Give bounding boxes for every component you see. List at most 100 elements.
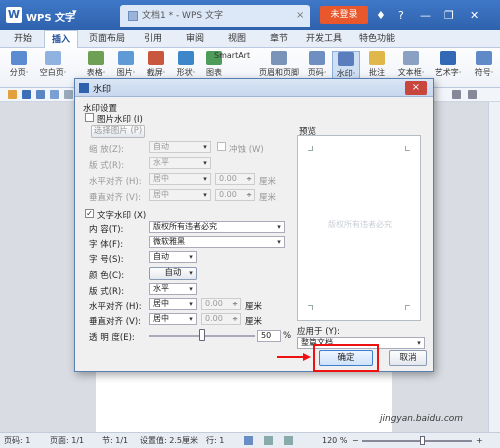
- zoom-in-icon[interactable]: +: [476, 433, 483, 448]
- size-select[interactable]: 自动 ▾: [149, 251, 197, 263]
- format-icon[interactable]: [452, 90, 461, 99]
- cancel-button[interactable]: 取消: [389, 350, 427, 366]
- page-break-button[interactable]: 分页·: [4, 51, 34, 78]
- tab-insert[interactable]: 插入: [44, 30, 78, 48]
- help-icon[interactable]: ?: [398, 9, 404, 22]
- scale-select[interactable]: 自动 ▾: [149, 141, 211, 153]
- screenshot-button[interactable]: 截屏·: [142, 51, 170, 78]
- chevron-down-icon: ▾: [277, 238, 281, 246]
- table-label: 表格·: [86, 68, 106, 77]
- tab-home[interactable]: 开始: [6, 30, 40, 48]
- close-icon[interactable]: ✕: [470, 9, 479, 22]
- pic-valign-select[interactable]: 居中 ▾: [149, 189, 211, 201]
- dialog-title: 水印: [93, 85, 112, 95]
- symbol-button[interactable]: 符号·: [470, 51, 498, 78]
- picture-button[interactable]: 图片·: [112, 51, 140, 78]
- vertical-scrollbar[interactable]: [488, 102, 500, 432]
- text-box-button[interactable]: 文本框·: [394, 51, 428, 78]
- dialog-close-button[interactable]: ×: [405, 81, 427, 95]
- text-watermark-checkbox[interactable]: ✓: [85, 209, 94, 218]
- text-watermark-label: 文字水印 (X): [97, 211, 147, 221]
- restore-icon[interactable]: ❐: [444, 9, 454, 22]
- preview-corner: [308, 146, 313, 151]
- shape-button[interactable]: 形状·: [172, 51, 200, 78]
- chevron-down-icon: ▾: [189, 253, 193, 261]
- pic-halign-select[interactable]: 居中 ▾: [149, 173, 211, 185]
- table-button[interactable]: 表格·: [82, 51, 110, 78]
- tab-developer[interactable]: 开发工具: [300, 30, 348, 48]
- pic-valign-unit: 厘米: [259, 193, 277, 203]
- size-label: 字 号(S):: [89, 255, 124, 265]
- tab-close-icon[interactable]: ×: [296, 10, 304, 21]
- view-web-icon[interactable]: [284, 436, 293, 445]
- select-picture-button[interactable]: 选择图片 (P): [91, 125, 145, 138]
- dialog-app-icon: [79, 83, 89, 93]
- text-valign-select[interactable]: 居中 ▾: [149, 313, 197, 325]
- smartart-label: SmartArt: [214, 51, 251, 60]
- text-valign-label: 垂直对齐 (V):: [89, 317, 142, 327]
- tab-review[interactable]: 审阅: [178, 30, 212, 48]
- tab-references[interactable]: 引用: [136, 30, 170, 48]
- app-name[interactable]: WPS 文字: [26, 9, 75, 24]
- picture-watermark-label: 图片水印 (I): [97, 115, 143, 125]
- text-halign-offset[interactable]: 0.00 ÷: [201, 298, 241, 310]
- transparency-value-box[interactable]: 50: [257, 330, 281, 342]
- header-footer-button[interactable]: 页眉和页脚: [256, 51, 302, 78]
- preview-icon[interactable]: [50, 90, 59, 99]
- pic-layout-select[interactable]: 水平 ▾: [149, 157, 211, 169]
- tab-chapter[interactable]: 章节: [262, 30, 296, 48]
- zoom-slider[interactable]: [362, 440, 472, 442]
- tab-page-layout[interactable]: 页面布局: [82, 30, 132, 48]
- open-icon[interactable]: [8, 90, 17, 99]
- skin-icon[interactable]: ♦: [376, 9, 386, 22]
- login-button[interactable]: 未登录: [320, 6, 368, 24]
- content-value: 版权所有违者必究: [153, 222, 217, 231]
- font-select[interactable]: 微软雅黑 ▾: [149, 236, 285, 248]
- picture-watermark-checkbox[interactable]: [85, 113, 94, 122]
- color-picker[interactable]: 自动 ▾: [149, 267, 197, 280]
- text-halign-select[interactable]: 居中 ▾: [149, 298, 197, 310]
- word-art-button[interactable]: 艺术字·: [430, 51, 466, 78]
- dialog-title-bar[interactable]: 水印 ×: [75, 79, 433, 97]
- preview-corner: [405, 146, 410, 151]
- zoom-slider-handle[interactable]: [420, 436, 425, 445]
- transparency-slider-handle[interactable]: [199, 329, 205, 341]
- pic-halign-label: 水平对齐 (H):: [89, 177, 142, 187]
- text-layout-select[interactable]: 水平 ▾: [149, 283, 197, 295]
- undo-icon[interactable]: [64, 90, 73, 99]
- watermark-icon: [338, 52, 354, 66]
- pic-valign-offset[interactable]: 0.00 ÷: [215, 189, 255, 201]
- save-icon[interactable]: [22, 90, 31, 99]
- zoom-out-icon[interactable]: −: [352, 433, 359, 448]
- page-break-label: 分页·: [9, 68, 29, 77]
- pic-halign-offset[interactable]: 0.00 ÷: [215, 173, 255, 185]
- smartart-button[interactable]: SmartArt: [200, 51, 262, 60]
- minimize-icon[interactable]: —: [420, 9, 431, 22]
- tab-view[interactable]: 视图: [220, 30, 254, 48]
- blank-page-button[interactable]: 空白页·: [36, 51, 70, 78]
- page-number-button[interactable]: 页码·: [302, 51, 332, 78]
- comment-label: 批注: [369, 68, 385, 77]
- content-input[interactable]: 版权所有违者必究 ▾: [149, 221, 285, 233]
- chevron-down-icon: ▾: [203, 191, 207, 199]
- style-icon[interactable]: [468, 90, 477, 99]
- view-fullscreen-icon[interactable]: [264, 436, 273, 445]
- pic-halign-value: 居中: [153, 174, 169, 183]
- print-icon[interactable]: [36, 90, 45, 99]
- site-watermark: jingyan.baidu.com: [380, 414, 464, 424]
- view-print-icon[interactable]: [244, 436, 253, 445]
- chevron-down-icon: ▾: [203, 143, 207, 151]
- app-menu-arrow-icon[interactable]: ▾: [72, 8, 77, 18]
- text-halign-unit: 厘米: [245, 302, 263, 312]
- tab-features[interactable]: 特色功能: [352, 30, 402, 48]
- watermark-button[interactable]: 水印·: [332, 51, 360, 80]
- washout-checkbox[interactable]: [217, 142, 226, 151]
- table-icon: [88, 51, 104, 65]
- document-tab[interactable]: 文档1 * - WPS 文字: [120, 5, 310, 27]
- text-valign-offset[interactable]: 0.00 ÷: [201, 313, 241, 325]
- font-value: 微软雅黑: [153, 237, 185, 246]
- preview-watermark-text: 版权所有违者必究: [328, 220, 392, 229]
- comment-button[interactable]: 批注: [364, 51, 390, 78]
- status-row: 行: 1: [206, 436, 225, 445]
- ok-button[interactable]: 确定: [319, 350, 373, 366]
